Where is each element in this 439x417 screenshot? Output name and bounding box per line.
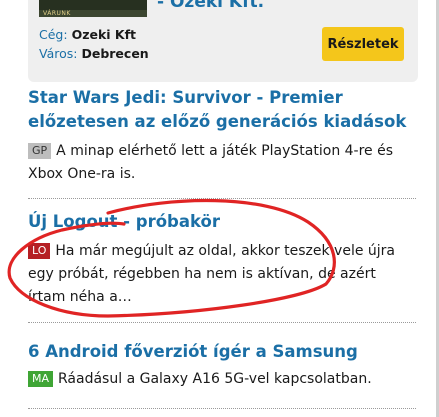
details-button[interactable]: Részletek [322, 27, 404, 61]
author-badge[interactable]: GP [28, 143, 52, 159]
article-divider [28, 198, 416, 199]
article-item: Star Wars Jedi: Survivor - Premier előze… [28, 86, 416, 186]
article-item: 6 Android főverziót ígér a Samsung MA Ráa… [28, 340, 416, 391]
article-excerpt-text: A minap elérhető lett a játék PlayStatio… [28, 143, 394, 182]
article-excerpt: LO Ha már megújult az oldal, akkor teszek… [28, 240, 416, 309]
job-company-value: Ozeki Kft [71, 27, 136, 42]
article-excerpt-text: Ráadásul a Galaxy A16 5G-vel kapcsolatba… [58, 371, 372, 387]
article-excerpt-text: Ha már megújult az oldal, akkor teszek v… [28, 243, 396, 305]
article-divider [28, 322, 416, 323]
article-divider [28, 408, 416, 409]
article-item: Új Logout - próbakör LO Ha már megújult a… [28, 210, 416, 309]
job-ad-image-text: VÁRUNK [43, 10, 71, 17]
author-badge[interactable]: MA [28, 371, 54, 387]
job-ad-card: VÁRUNK - Ozeki Kft. Cég: Ozeki Kft Város… [28, 0, 418, 82]
article-title-link[interactable]: 6 Android főverziót ígér a Samsung [28, 340, 416, 364]
article-title-link[interactable]: Star Wars Jedi: Survivor - Premier előze… [28, 86, 416, 134]
job-city: Város: Debrecen [39, 46, 149, 61]
article-excerpt: MA Ráadásul a Galaxy A16 5G-vel kapcsolat… [28, 368, 416, 391]
job-ad-image-band [39, 0, 147, 10]
author-badge[interactable]: LO [28, 243, 51, 259]
job-ad-image[interactable]: VÁRUNK [39, 0, 147, 17]
article-excerpt: GP A minap elérhető lett a játék PlayStat… [28, 140, 416, 186]
job-ad-title[interactable]: - Ozeki Kft. [157, 0, 264, 12]
article-title-link[interactable]: Új Logout - próbakör [28, 210, 416, 234]
job-city-value: Debrecen [81, 46, 149, 61]
job-company: Cég: Ozeki Kft [39, 27, 136, 42]
job-company-label: Cég: [39, 27, 68, 42]
job-city-label: Város: [39, 46, 78, 61]
